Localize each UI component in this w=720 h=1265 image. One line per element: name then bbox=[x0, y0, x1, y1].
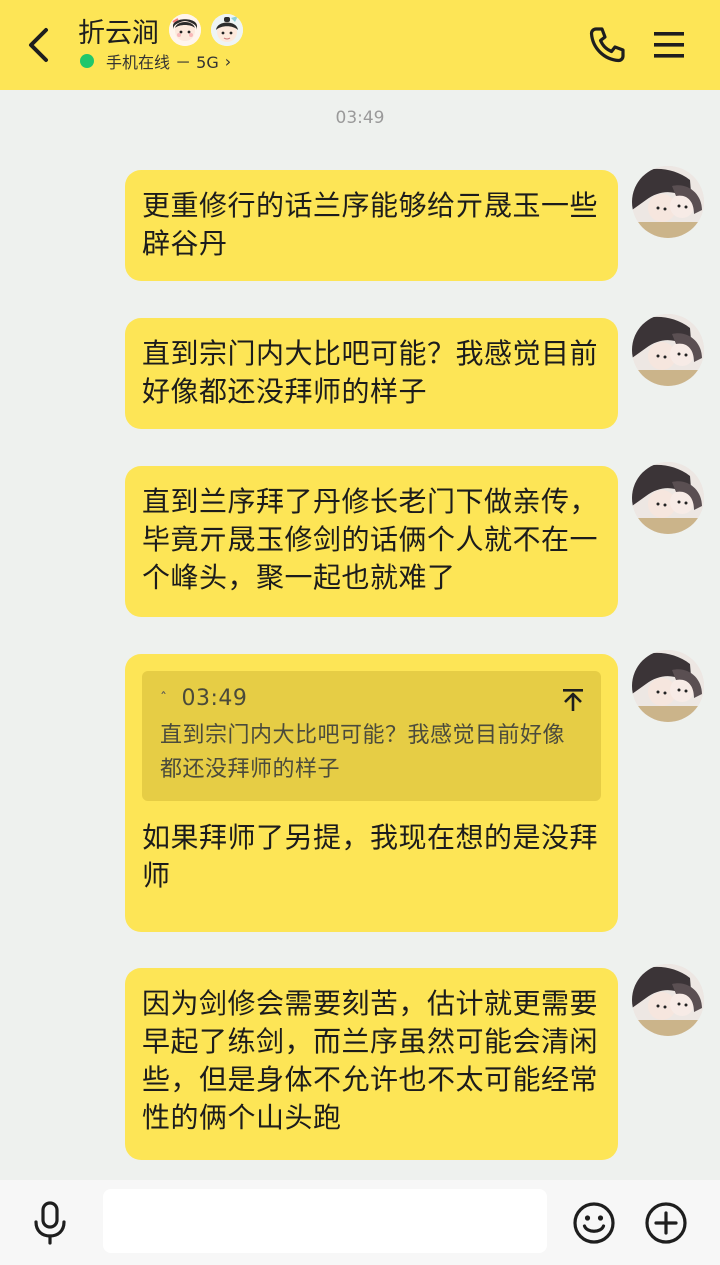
message-bubble[interactable]: 直到宗门内大比吧可能？我感觉目前好像都还没拜师的样子 bbox=[125, 318, 618, 429]
chat-timestamp: 03:49 bbox=[335, 108, 385, 128]
message-text: 直到宗门内大比吧可能？我感觉目前好像都还没拜师的样子 bbox=[142, 337, 599, 408]
chat-menu-button[interactable] bbox=[650, 24, 690, 66]
online-dot-icon bbox=[80, 54, 94, 68]
avatar[interactable] bbox=[632, 462, 704, 534]
quote-text: 直到宗门内大比吧可能？我感觉目前好像都还没拜师的样子 bbox=[160, 723, 566, 782]
message-text: 更重修行的话兰序能够给亓晟玉一些辟谷丹 bbox=[142, 189, 599, 260]
online-status[interactable]: 手机在线 － 5G › bbox=[80, 50, 231, 72]
message-bubble[interactable]: 更重修行的话兰序能够给亓晟玉一些辟谷丹 bbox=[125, 170, 618, 281]
avatar[interactable] bbox=[632, 314, 704, 386]
message-bubble-with-quote[interactable]: ˆ 03:49 直到宗门内大比吧可能？我感觉目前好像都还没拜师的样子 如果拜师了… bbox=[125, 654, 618, 932]
quote-header: ˆ 03:49 bbox=[160, 685, 583, 713]
quote-caret-icon: ˆ bbox=[160, 691, 168, 707]
avatar-girl-icon bbox=[169, 14, 201, 46]
message-text: 直到兰序拜了丹修长老门下做亲传，毕竟亓晟玉修剑的话俩个人就不在一个峰头，聚一起也… bbox=[142, 485, 599, 594]
message-bubble[interactable]: 直到兰序拜了丹修长老门下做亲传，毕竟亓晟玉修剑的话俩个人就不在一个峰头，聚一起也… bbox=[125, 466, 618, 617]
message-input-bar bbox=[0, 1180, 720, 1265]
quote-time: 03:49 bbox=[181, 686, 248, 711]
plus-icon bbox=[645, 1202, 687, 1244]
avatar[interactable] bbox=[632, 650, 704, 722]
back-arrow-icon bbox=[29, 28, 48, 62]
quoted-message[interactable]: ˆ 03:49 直到宗门内大比吧可能？我感觉目前好像都还没拜师的样子 bbox=[142, 671, 601, 801]
jump-to-top-icon[interactable] bbox=[561, 687, 585, 713]
avatar[interactable] bbox=[632, 964, 704, 1036]
chevron-right-icon: › bbox=[224, 51, 232, 71]
avatar[interactable] bbox=[632, 166, 704, 238]
message-bubble[interactable]: 因为剑修会需要刻苦，估计就更需要早起了练剑，而兰序虽然可能会清闲些，但是身体不允… bbox=[125, 968, 618, 1160]
message-text: 因为剑修会需要刻苦，估计就更需要早起了练剑，而兰序虽然可能会清闲些，但是身体不允… bbox=[142, 987, 599, 1134]
emoji-button[interactable] bbox=[572, 1201, 616, 1245]
chat-header: 折云涧 手机在线 － 5G › bbox=[0, 0, 720, 90]
message-input[interactable] bbox=[103, 1189, 547, 1253]
status-text: 手机在线 － 5G bbox=[106, 53, 219, 72]
contact-title-row[interactable]: 折云涧 bbox=[78, 12, 243, 49]
message-text: 如果拜师了另提，我现在想的是没拜师 bbox=[142, 821, 599, 892]
avatar-boy-icon bbox=[211, 14, 243, 46]
menu-icon bbox=[654, 32, 684, 58]
emoji-icon bbox=[573, 1202, 615, 1244]
more-actions-button[interactable] bbox=[644, 1201, 688, 1245]
voice-button[interactable] bbox=[30, 1200, 70, 1246]
microphone-icon bbox=[34, 1201, 66, 1245]
phone-icon bbox=[589, 27, 625, 63]
back-button[interactable] bbox=[22, 24, 58, 66]
contact-name: 折云涧 bbox=[78, 17, 159, 49]
call-button[interactable] bbox=[586, 24, 628, 66]
